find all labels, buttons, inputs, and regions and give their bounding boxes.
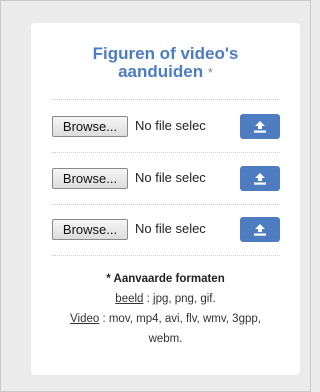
video-formats-continued: webm. [148, 333, 183, 345]
file-upload-row: Browse... No file selec [52, 165, 280, 191]
video-label: Video [70, 313, 100, 325]
upload-button[interactable] [240, 217, 280, 242]
required-marker: * [207, 65, 213, 80]
file-upload-row: Browse... No file selec [52, 113, 280, 139]
browse-button[interactable]: Browse... [52, 116, 128, 137]
divider [52, 152, 280, 153]
divider [52, 255, 280, 256]
file-upload-row: Browse... No file selec [52, 216, 280, 242]
accepted-formats: * Aanvaarde formaten beeld : jpg, png, g… [31, 269, 300, 349]
title-line-2-text: aanduiden [118, 62, 204, 81]
upload-button[interactable] [240, 166, 280, 191]
image-label: beeld [115, 293, 144, 305]
browse-button[interactable]: Browse... [52, 168, 128, 189]
divider [52, 99, 280, 100]
file-status: No file selec [135, 118, 206, 133]
image-formats: beeld : jpg, png, gif. [31, 289, 300, 309]
formats-header: * Aanvaarde formaten [106, 273, 225, 285]
title-line-1: Figuren of video's [92, 44, 239, 63]
browse-button[interactable]: Browse... [52, 219, 128, 240]
file-status: No file selec [135, 221, 206, 236]
upload-icon [254, 120, 266, 133]
upload-card: Figuren of video's aanduiden * Browse...… [31, 23, 300, 375]
upload-button[interactable] [240, 114, 280, 139]
divider [52, 204, 280, 205]
video-format-list: : mov, mp4, avi, flv, wmv, 3gpp, [99, 313, 261, 325]
video-formats: Video : mov, mp4, avi, flv, wmv, 3gpp, [31, 309, 300, 329]
upload-title: Figuren of video's aanduiden * [31, 45, 300, 82]
upload-icon [254, 223, 266, 236]
upload-icon [254, 172, 266, 185]
image-format-list: : jpg, png, gif. [143, 293, 216, 305]
file-status: No file selec [135, 170, 206, 185]
title-line-2: aanduiden * [31, 63, 300, 82]
